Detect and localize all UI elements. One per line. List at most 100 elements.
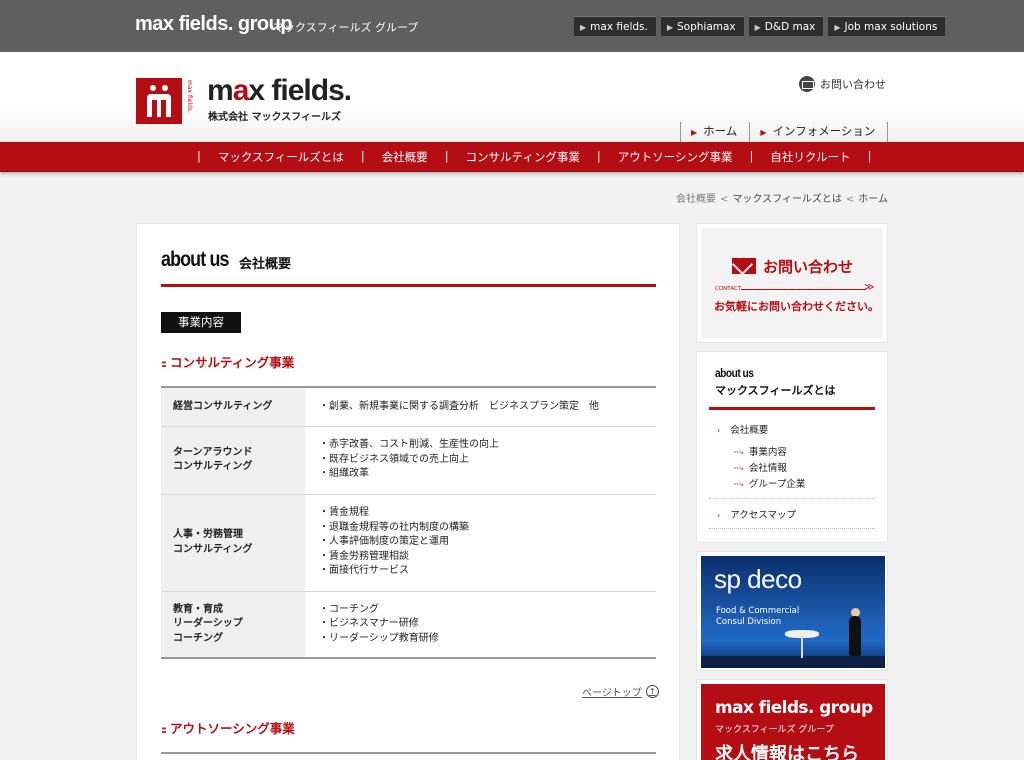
arrow-right-icon: ▶ — [666, 23, 673, 32]
nav-separator: | — [360, 149, 365, 163]
arrow-right-icon: ▶ — [834, 23, 841, 32]
service-desc: ・赤字改善、コスト削減、生産性の向上 ・既存ビジネス領域での売上向上 ・組織改革 — [305, 426, 656, 495]
header-subnav: ▶ ホーム ▶ インフォメーション — [680, 122, 889, 142]
service-desc: ・コーチング ・ビジネスマナー研修 ・リーダーシップ教育研修 — [305, 591, 656, 659]
sidebar-subitem-group[interactable]: ·····› グループ企業 — [733, 476, 805, 490]
mail-icon — [732, 258, 756, 274]
sidebar-item-company[interactable]: › 会社概要 — [717, 422, 768, 436]
nav-item-recruit[interactable]: 自社リクルート — [770, 149, 850, 165]
recruit-banner-title: max fields. group — [715, 698, 873, 718]
sp-deco-title: sp deco — [714, 564, 802, 594]
site-header: max fields. max fields. 株式会社 マックスフィールズ お… — [0, 52, 1024, 142]
outsourcing-heading: :: アウトソーシング事業 — [161, 721, 295, 736]
dots-icon: :: — [161, 359, 167, 370]
sidebar-divider — [709, 498, 875, 499]
recruit-banner-headline: 求人情報はこちら — [715, 744, 859, 760]
sp-deco-subtitle: Consul Division — [716, 617, 782, 627]
page-top-link[interactable]: ページトップ ↑ — [582, 684, 659, 699]
sidebar-subitem-business[interactable]: ·····› 事業内容 — [733, 444, 787, 458]
logo-kana: 株式会社 マックスフィールズ — [208, 112, 341, 123]
page-title-jp: 会社概要 — [239, 257, 292, 272]
breadcrumb-separator: < — [845, 194, 855, 205]
header-contact-link[interactable]: お問い合わせ — [799, 76, 886, 92]
logo-mark[interactable] — [136, 78, 182, 124]
nav-separator: | — [749, 149, 754, 163]
dotted-arrow-icon: ·····› — [733, 448, 744, 457]
nav-item-about[interactable]: マックスフィールズとは — [218, 149, 344, 165]
sidebar-divider — [709, 528, 875, 529]
group-link-sophiamax[interactable]: ▶ Sophiamax — [660, 16, 744, 36]
sidebar-contact-banner[interactable]: お問い合わせ CONTACT ≫ お気軽にお問い合わせください。 — [696, 223, 888, 343]
recruit-banner[interactable]: max fields. group マックスフィールズ グループ 求人情報はこち… — [696, 679, 888, 760]
nav-separator: | — [867, 149, 872, 163]
page-title-en: about us — [161, 248, 229, 271]
sidebar-subitem-info[interactable]: ·····› 会社情報 — [733, 460, 787, 474]
breadcrumb-home[interactable]: ホーム — [858, 194, 888, 205]
sidebar-nav-title-en: about us — [715, 366, 754, 380]
service-name: 教育・育成 リーダーシップ コーチング — [161, 591, 305, 659]
nav-separator: | — [197, 149, 201, 163]
nav-separator: | — [596, 149, 601, 163]
dotted-arrow-icon: ·····› — [733, 464, 744, 473]
table-row: 人事・労務管理 コンサルティング ・賃金規程 ・退職金規程等の社内制度の構築 ・人事評… — [161, 494, 656, 592]
table-top-rule — [161, 752, 656, 754]
contact-arrow-line — [741, 289, 866, 290]
breadcrumb-current: 会社概要 — [676, 194, 717, 205]
service-name: ターンアラウンド コンサルティング — [161, 426, 305, 495]
sidebar-nav: about us マックスフィールズとは › 会社概要 ·····› 事業内容 ··… — [696, 351, 888, 543]
service-desc: ・賃金規程 ・退職金規程等の社内制度の構築 ・人事評価制度の策定と運用 ・賃金労務管理… — [305, 494, 656, 592]
waiter-illustration — [849, 616, 861, 656]
group-logo[interactable]: max fields. group — [135, 13, 293, 36]
sp-deco-banner[interactable]: sp deco Food & Commercial Consul Divisio… — [696, 551, 888, 671]
group-bar: max fields. group マックスフィールズ グループ ▶ max fi… — [0, 0, 1024, 52]
nav-item-outsourcing[interactable]: アウトソーシング事業 — [618, 149, 733, 165]
group-link-jobmax[interactable]: ▶ Job max solutions — [828, 16, 946, 36]
dotted-arrow-icon: ·····› — [733, 480, 744, 489]
arrow-right-icon: ▶ — [580, 23, 587, 32]
sidebar-nav-title-jp: マックスフィールズとは — [715, 384, 836, 397]
chevron-right-icon: › — [717, 511, 721, 520]
logo-vertical-text: max fields. — [186, 80, 193, 113]
subnav-information[interactable]: ▶ インフォメーション — [749, 122, 889, 142]
nav-item-company[interactable]: 会社概要 — [382, 149, 428, 165]
sidebar-item-access[interactable]: › アクセスマップ — [717, 507, 796, 521]
arrow-right-icon: ▶ — [691, 128, 698, 137]
nav-item-consulting[interactable]: コンサルティング事業 — [466, 149, 580, 165]
logo-wordmark[interactable]: max fields. — [207, 74, 352, 108]
chevron-right-icon: › — [717, 426, 721, 435]
breadcrumb: 会社概要 < マックスフィールズとは < ホーム — [676, 190, 888, 205]
sp-deco-subtitle: Food & Commercial — [716, 606, 800, 616]
breadcrumb-about[interactable]: マックスフィールズとは — [732, 194, 842, 205]
group-link-ddmax[interactable]: ▶ D&D max — [748, 16, 824, 36]
banner-floor — [701, 656, 885, 668]
table-row: ターンアラウンド コンサルティング ・赤字改善、コスト削減、生産性の向上 ・既存ビジ… — [161, 426, 656, 495]
breadcrumb-separator: < — [720, 194, 729, 205]
arrow-right-icon: ▶ — [760, 128, 767, 137]
subnav-home[interactable]: ▶ ホーム — [680, 122, 749, 142]
title-divider — [161, 284, 656, 287]
main-content: about us 会社概要 事業内容 :: コンサルティング事業 経営コンサルティ… — [136, 223, 680, 760]
recruit-banner-subtitle: マックスフィールズ グループ — [715, 725, 834, 735]
group-subtitle: マックスフィールズ グループ — [273, 21, 419, 34]
consulting-heading: :: コンサルティング事業 — [161, 355, 295, 370]
service-name: 経営コンサルティング — [161, 387, 305, 427]
group-link-maxfields[interactable]: ▶ max fields. — [574, 16, 656, 36]
service-desc: ・創業、新規事業に関する調査分析 ビジネスプラン策定 他 — [305, 387, 656, 427]
contact-title: お問い合わせ — [763, 258, 854, 276]
sidebar-divider — [709, 407, 875, 410]
arrow-up-icon: ↑ — [645, 685, 659, 698]
group-links: ▶ max fields. ▶ Sophiamax ▶ D&D max ▶ Job ma… — [574, 16, 946, 36]
double-arrow-icon: ≫ — [864, 282, 875, 293]
consulting-table: 経営コンサルティング ・創業、新規事業に関する調査分析 ビジネスプラン策定 他 … — [161, 386, 656, 659]
table-row: 教育・育成 リーダーシップ コーチング ・コーチング ・ビジネスマナー研修 ・リーダーシ… — [161, 591, 656, 659]
table-row: 経営コンサルティング ・創業、新規事業に関する調査分析 ビジネスプラン策定 他 — [161, 387, 656, 427]
contact-message: お気軽にお問い合わせください。 — [714, 300, 879, 313]
logo-m-icon — [147, 85, 171, 117]
service-name: 人事・労務管理 コンサルティング — [161, 494, 305, 592]
dots-icon: :: — [161, 725, 167, 736]
table-leg-illustration — [801, 636, 803, 658]
mail-icon — [799, 76, 815, 92]
contact-en-label: CONTACT — [715, 286, 742, 292]
arrow-right-icon: ▶ — [754, 23, 761, 32]
main-nav: | マックスフィールズとは | 会社概要 | コンサルティング事業 | アウトソ… — [0, 142, 1024, 172]
